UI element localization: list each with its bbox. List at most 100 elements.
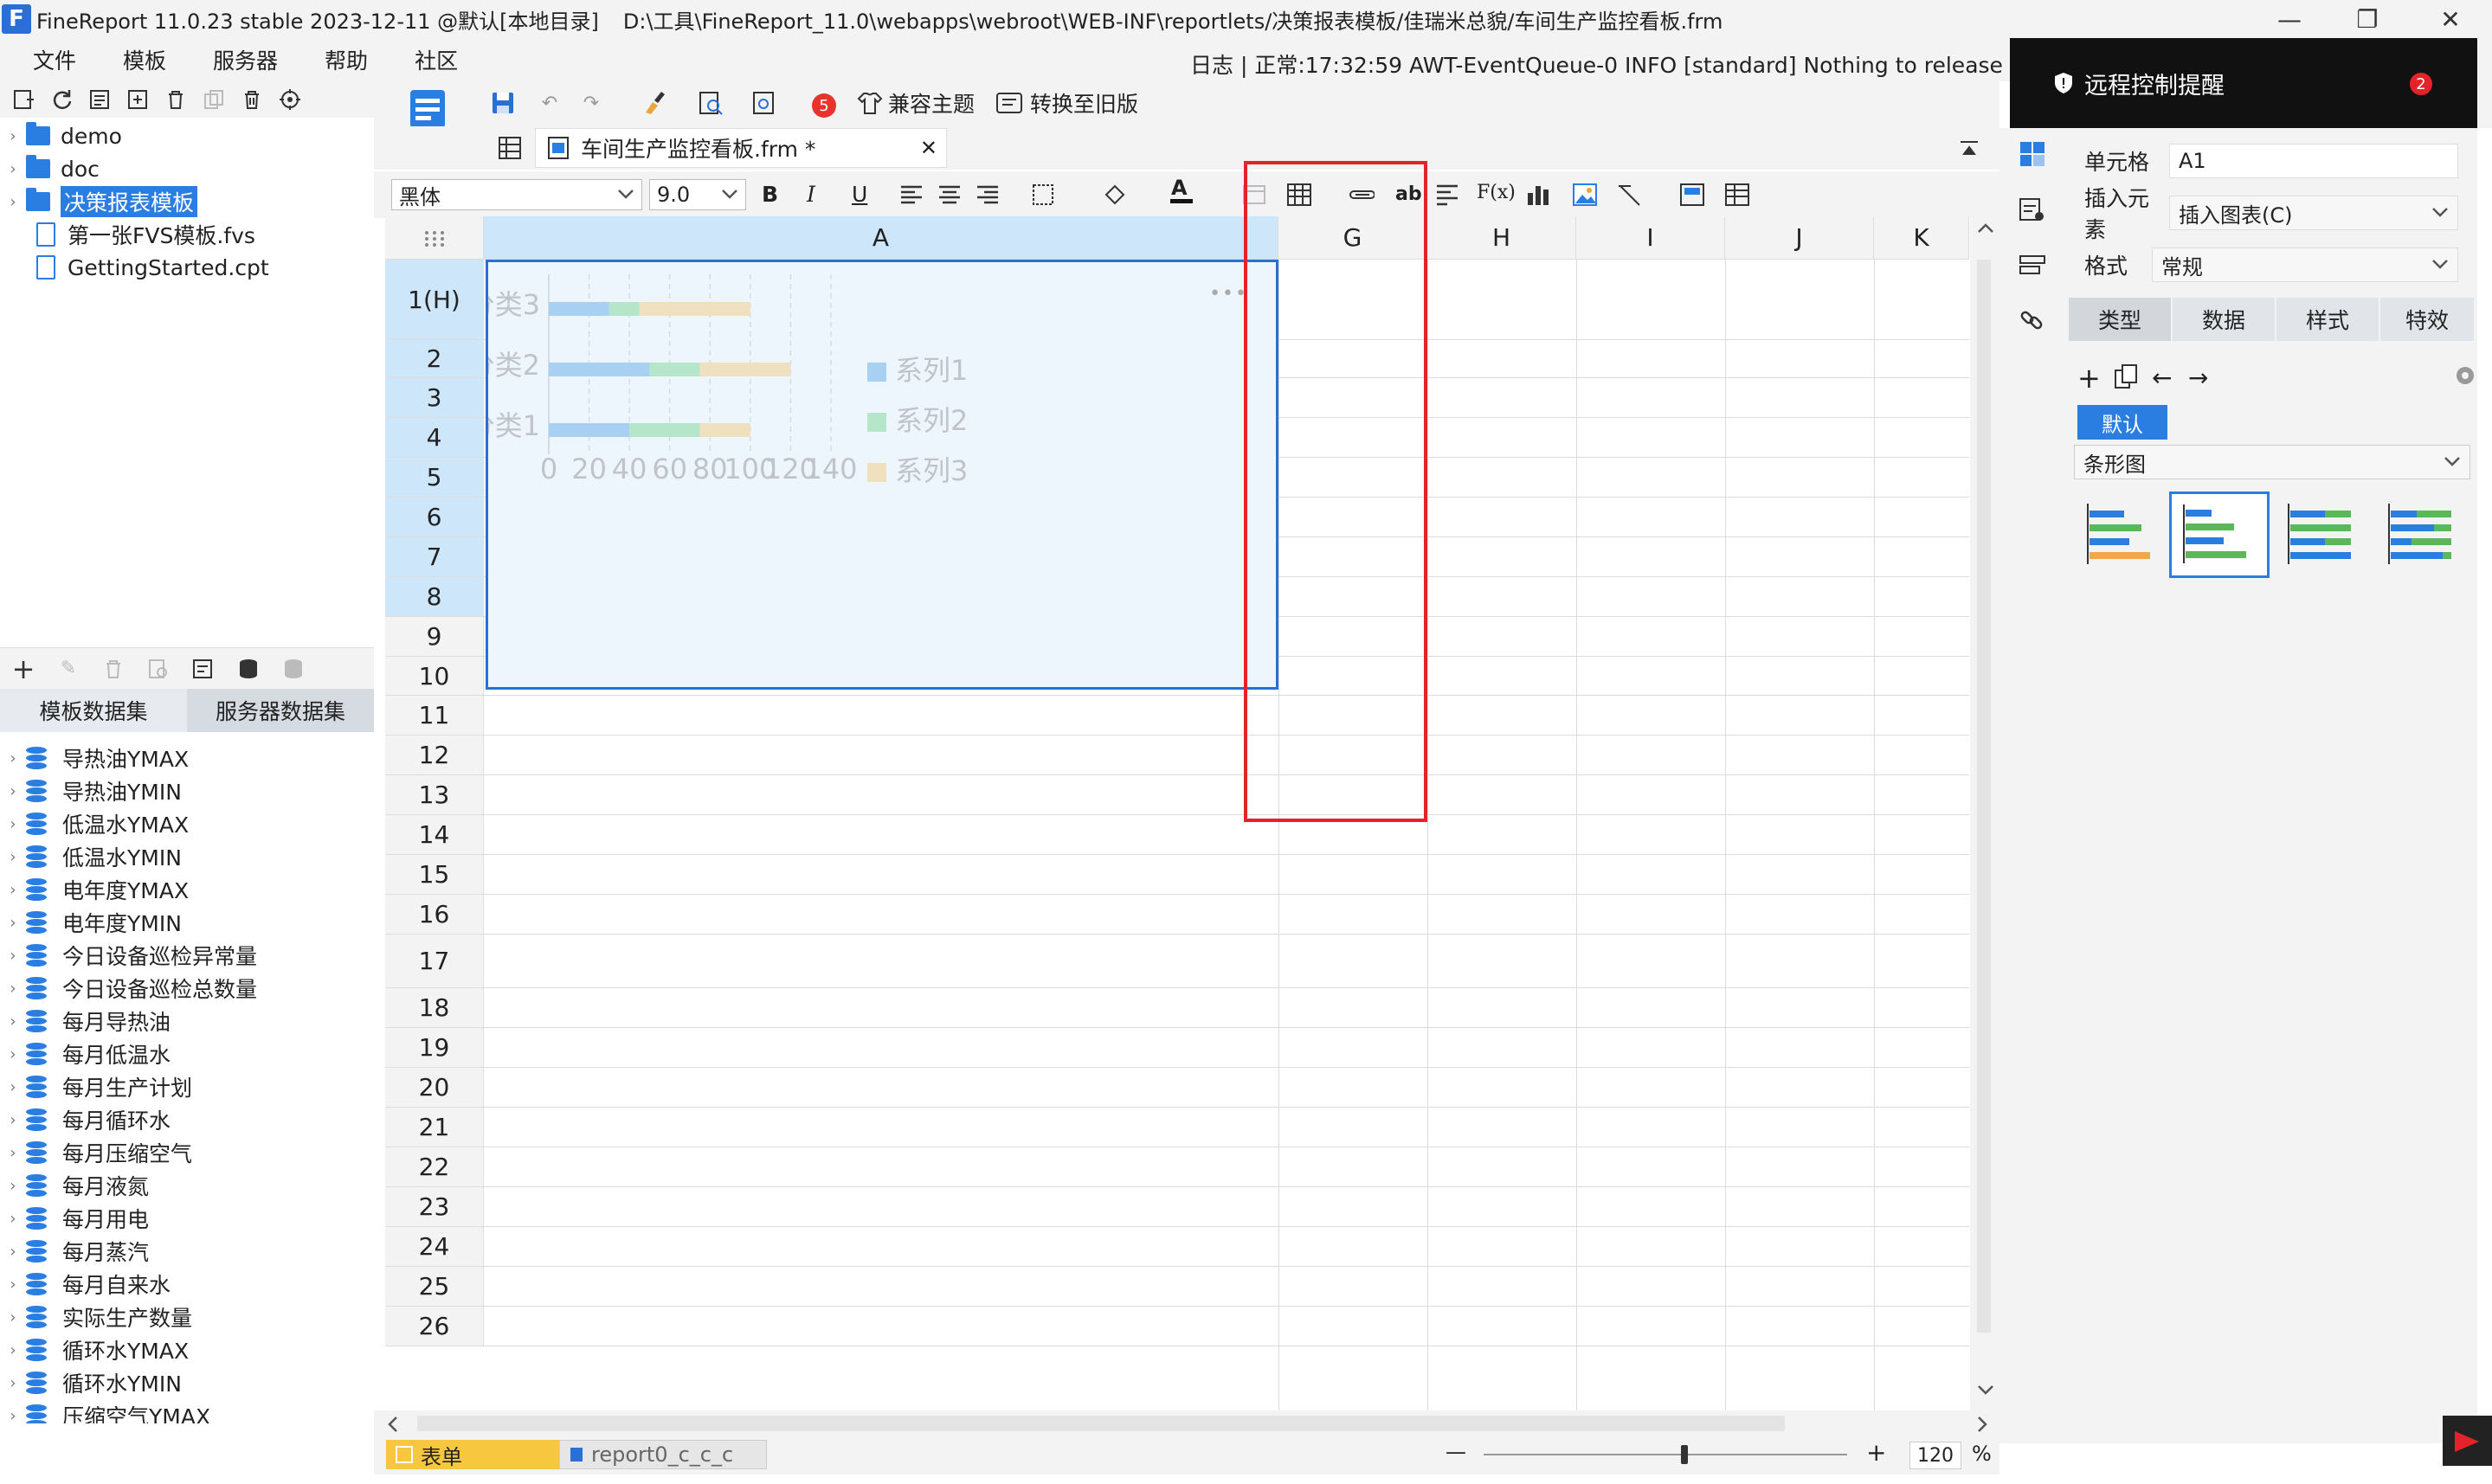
bold-button[interactable]: B (762, 182, 778, 207)
expand-arrow-icon[interactable]: › (0, 980, 26, 998)
tab-report0[interactable]: report0_c_c_c (559, 1440, 767, 1469)
expand-arrow-icon[interactable]: › (0, 1275, 26, 1294)
row-header[interactable]: 21 (385, 1108, 484, 1147)
bar-style-grouped[interactable] (2169, 491, 2270, 578)
frame-icon[interactable] (1679, 182, 1705, 208)
bar-style-percent[interactable] (2377, 491, 2472, 578)
expand-arrow-icon[interactable]: › (0, 1243, 26, 1261)
row-header[interactable]: 14 (385, 815, 484, 855)
grid-layout-icon[interactable] (497, 135, 523, 161)
dataset-item[interactable]: › 今日设备巡检异常量 (0, 939, 257, 972)
row-header[interactable]: 11 (385, 696, 484, 736)
dataset-item[interactable]: › 每月压缩空气 (0, 1136, 192, 1169)
default-chart-button[interactable]: 默认 (2077, 405, 2167, 440)
dataset-item[interactable]: › 电年度YMAX (0, 873, 189, 906)
locate-icon[interactable] (277, 87, 303, 112)
tab-menu-icon[interactable] (1956, 135, 1982, 161)
hyperlink-icon[interactable] (2019, 306, 2046, 334)
row-header[interactable]: 13 (385, 775, 484, 815)
formula-button[interactable]: F(x) (1477, 182, 1516, 203)
tab-data[interactable]: 数据 (2173, 298, 2275, 341)
minimize-button[interactable]: — (2251, 0, 2328, 38)
row-header[interactable]: 12 (385, 736, 484, 775)
row-header[interactable]: 9 (385, 617, 484, 657)
preview-search-icon[interactable] (698, 90, 724, 116)
column-header[interactable]: J (1725, 216, 1874, 260)
menu-template[interactable]: 模板 (93, 44, 184, 75)
dataset-item[interactable]: › 每月用电 (0, 1202, 149, 1235)
row-header[interactable]: 5 (385, 458, 484, 498)
expand-arrow-icon[interactable]: › (0, 160, 26, 178)
underline-button[interactable]: U (852, 182, 867, 207)
row-header[interactable]: 24 (385, 1227, 484, 1267)
row-header[interactable]: 3 (385, 378, 484, 418)
close-tab-icon[interactable]: ✕ (920, 136, 937, 160)
dataset-item[interactable]: › 今日设备巡检总数量 (0, 972, 257, 1005)
tab-template-datasets[interactable]: 模板数据集 (0, 689, 187, 732)
row-header[interactable]: 18 (385, 988, 484, 1028)
notification-badge[interactable]: 5 (812, 93, 836, 118)
menu-server[interactable]: 服务器 (184, 44, 295, 75)
row-header[interactable]: 10 (385, 657, 484, 696)
tab-style[interactable]: 样式 (2276, 298, 2379, 341)
scroll-down-icon[interactable] (1977, 1384, 1994, 1397)
column-header[interactable]: I (1576, 216, 1725, 260)
bar-chart-icon[interactable] (1525, 182, 1551, 208)
settings-gear-icon[interactable] (2453, 363, 2477, 388)
zoom-slider-thumb[interactable] (1681, 1445, 1688, 1464)
expand-arrow-icon[interactable]: › (0, 1045, 26, 1063)
template-icon[interactable] (87, 87, 113, 112)
expand-arrow-icon[interactable]: › (0, 749, 26, 768)
chart-type-select[interactable]: 条形图 (2074, 445, 2470, 479)
add-chart-icon[interactable]: + (2077, 362, 2101, 395)
column-header[interactable]: K (1874, 216, 1969, 260)
convert-legacy-button[interactable]: 转换至旧版 (995, 90, 1138, 117)
align-right-icon[interactable] (975, 182, 1001, 208)
select-all-corner[interactable] (385, 216, 484, 260)
row-header[interactable]: 4 (385, 418, 484, 458)
dataset-item[interactable]: › 低温水YMAX (0, 807, 189, 840)
expand-arrow-icon[interactable]: › (0, 1111, 26, 1129)
dataset-item[interactable]: › 循环水YMAX (0, 1333, 189, 1366)
menu-community[interactable]: 社区 (385, 44, 475, 75)
row-header[interactable]: 1(H) (385, 260, 484, 340)
menu-help[interactable]: 帮助 (295, 44, 385, 75)
dataset-item[interactable]: › 每月低温水 (0, 1038, 171, 1070)
expand-arrow-icon[interactable]: › (0, 1144, 26, 1162)
cell-properties-icon[interactable] (2019, 140, 2046, 168)
expand-arrow-icon[interactable]: › (0, 127, 26, 145)
new-file-icon[interactable] (10, 87, 36, 112)
expand-arrow-icon[interactable]: › (0, 1210, 26, 1228)
remote-control-banner[interactable]: 远程控制提醒 2 (2010, 38, 2477, 128)
font-color-icon[interactable]: A (1169, 177, 1194, 204)
row-header[interactable]: 23 (385, 1187, 484, 1227)
zoom-value[interactable]: 120 (1909, 1442, 1961, 1469)
zoom-in-button[interactable]: + (1866, 1438, 1886, 1467)
tab-form[interactable]: 表单 (386, 1440, 559, 1469)
expand-arrow-icon[interactable]: › (0, 1177, 26, 1195)
expand-arrow-icon[interactable]: › (0, 782, 26, 800)
tab-type[interactable]: 类型 (2069, 298, 2171, 341)
align-left-icon[interactable] (898, 182, 924, 208)
tab-effects[interactable]: 特效 (2380, 298, 2474, 341)
scroll-thumb[interactable] (1977, 260, 1991, 1333)
chart-menu-dots-icon[interactable]: ••• (1209, 283, 1248, 305)
row-header[interactable]: 22 (385, 1147, 484, 1187)
redo-icon[interactable]: ↷ (578, 90, 604, 116)
dataset-item[interactable]: › 导热油YMIN (0, 774, 182, 807)
scroll-right-icon[interactable] (1977, 1416, 1989, 1433)
tree-item-doc[interactable]: › doc (0, 152, 100, 185)
column-header[interactable]: H (1427, 216, 1576, 260)
row-header[interactable]: 16 (385, 895, 484, 935)
dataset-item[interactable]: › 每月自来水 (0, 1268, 171, 1301)
row-header[interactable]: 17 (385, 935, 484, 988)
font-family-select[interactable]: 黑体 (391, 179, 642, 210)
dataset-item[interactable]: › 电年度YMIN (0, 906, 182, 939)
expand-arrow-icon[interactable]: › (0, 848, 26, 866)
list-icon[interactable] (1724, 182, 1750, 208)
expand-arrow-icon[interactable]: › (0, 193, 26, 211)
scroll-up-icon[interactable] (1977, 222, 1994, 234)
tree-item-decision-templates[interactable]: › 决策报表模板 (0, 185, 198, 218)
restore-button[interactable]: ❐ (2328, 0, 2406, 38)
row-header[interactable]: 19 (385, 1028, 484, 1068)
